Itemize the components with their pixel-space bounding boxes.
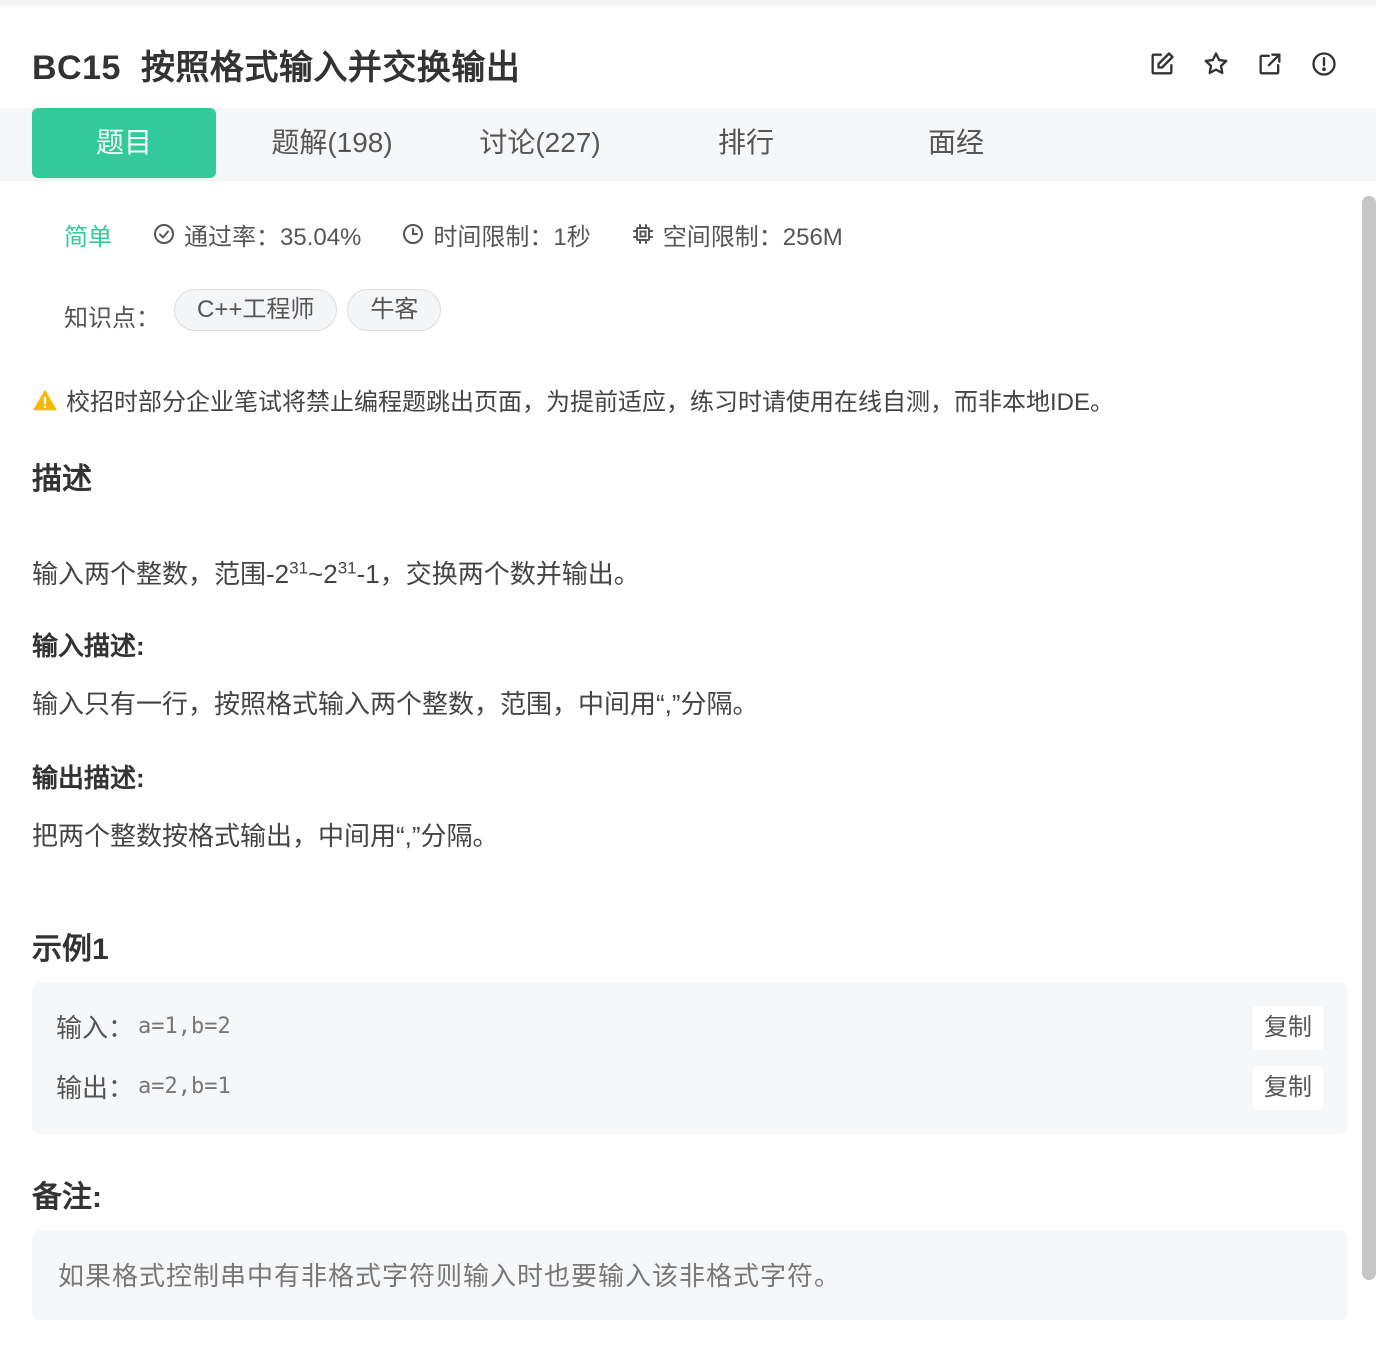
notice-text: 校招时部分企业笔试将禁止编程题跳出页面，为提前适应，练习时请使用在线自测，而非本… [66,389,1115,416]
page-title: BC15 按照格式输入并交换输出 [32,40,520,89]
tag-cpp-engineer[interactable]: C++工程师 [174,289,338,331]
copy-input-button[interactable]: 复制 [1252,1006,1324,1050]
pass-rate: 通过率：35.04% [152,217,361,252]
scrollbar-thumb[interactable] [1362,196,1376,1280]
tag-nowcoder[interactable]: 牛客 [347,289,442,331]
space-limit: 空间限制：256M [631,217,843,252]
warning-icon [33,389,57,410]
tab-problem[interactable]: 题目 [32,108,216,178]
example-input-row: 输入： a=1,b=2 [56,1008,231,1045]
input-desc-heading: 输入描述: [32,631,145,661]
example-input-label: 输入： [56,1013,135,1043]
star-icon [1204,52,1228,75]
tab-ranking[interactable]: 排行 [676,108,816,178]
time-limit-text: 时间限制：1秒 [433,223,591,251]
difficulty-badge: 简单 [64,223,112,251]
edit-icon [1151,52,1174,75]
check-circle-icon [154,224,174,244]
knowledge-label: 知识点： [64,304,160,332]
example-output-label: 输出： [56,1073,135,1103]
header-actions [1146,46,1340,82]
tab-solutions[interactable]: 题解(198) [232,108,432,178]
problem-title: 按照格式输入并交换输出 [140,49,521,87]
chip-icon [632,224,653,244]
time-limit: 时间限制：1秒 [401,217,591,252]
share-button[interactable] [1254,46,1286,82]
tab-bar: 题目 题解(198) 讨论(227) 排行 面经 [0,108,1376,181]
description-heading: 描述 [32,463,92,496]
description-text: 输入两个整数，范围-231~231-1，交换两个数并输出。 [32,558,640,589]
remark-box: 如果格式控制串中有非格式字符则输入时也要输入该非格式字符。 [32,1230,1348,1320]
top-strip [0,0,1376,6]
output-desc-heading: 输出描述: [32,763,145,793]
space-limit-text: 空间限制：256M [662,223,843,251]
example-output-row: 输出： a=2,b=1 [56,1068,231,1105]
example-box: 输入： a=1,b=2 复制 输出： a=2,b=1 复制 [32,982,1348,1134]
problem-id: BC15 [32,49,121,87]
edit-button[interactable] [1146,46,1178,82]
pass-rate-text: 通过率：35.04% [184,223,362,251]
example-input-value: a=1,b=2 [138,1014,231,1039]
tab-discussion[interactable]: 讨论(227) [440,108,640,178]
favorite-button[interactable] [1200,46,1232,82]
input-desc-text: 输入只有一行，按照格式输入两个整数，范围，中间用“,”分隔。 [32,689,759,719]
clock-icon [403,224,424,244]
output-desc-text: 把两个整数按格式输出，中间用“,”分隔。 [32,821,499,851]
copy-output-button[interactable]: 复制 [1252,1066,1324,1110]
remark-heading: 备注: [32,1181,102,1214]
notice-banner: 校招时部分企业笔试将禁止编程题跳出页面，为提前适应，练习时请使用在线自测，而非本… [32,382,1114,417]
external-link-icon [1259,53,1281,75]
example-heading: 示例1 [32,933,109,966]
example-output-value: a=2,b=1 [138,1074,231,1099]
knowledge-tags: 知识点： C++工程师 牛客 [64,288,451,332]
report-icon [1312,52,1336,76]
tab-interview[interactable]: 面经 [886,108,1026,178]
report-button[interactable] [1308,46,1340,82]
problem-meta: 简单 通过率：35.04% 时间限制：1秒 空间限制：256M [64,217,883,252]
remark-text: 如果格式控制串中有非格式字符则输入时也要输入该非格式字符。 [58,1262,842,1292]
